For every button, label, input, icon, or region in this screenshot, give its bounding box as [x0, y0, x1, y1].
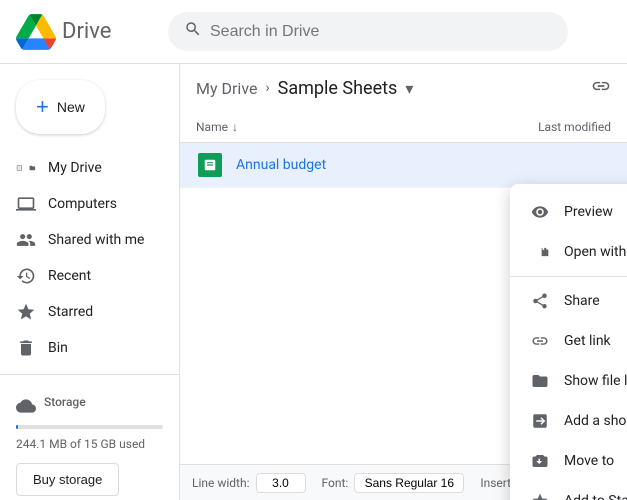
my-drive-icon — [16, 158, 36, 178]
sidebar-item-shared[interactable]: Shared with me — [0, 222, 171, 258]
bin-icon — [16, 338, 36, 358]
column-name-label: Name — [196, 120, 228, 134]
storage-label: Storage — [44, 395, 86, 409]
drive-logo-icon — [16, 12, 56, 52]
menu-item-add-starred[interactable]: Add to Starred — [510, 481, 627, 500]
sidebar-item-starred[interactable]: Starred — [0, 294, 171, 330]
add-starred-icon — [530, 491, 550, 500]
file-list-header: Name ↓ Last modified — [180, 112, 627, 143]
font-label: Font: — [322, 476, 349, 490]
search-input[interactable] — [210, 23, 552, 41]
buy-storage-button[interactable]: Buy storage — [16, 463, 119, 496]
sidebar-item-bin-label: Bin — [48, 340, 68, 356]
menu-item-open-with[interactable]: Open with › — [510, 232, 627, 272]
context-menu: Preview Open with › Share — [510, 184, 627, 500]
storage-used: 244.1 MB of 15 GB used — [16, 437, 163, 451]
shortcut-icon — [530, 411, 550, 431]
app-title: Drive — [62, 19, 111, 44]
menu-add-starred-label: Add to Starred — [564, 493, 627, 500]
menu-item-show-location[interactable]: Show file location — [510, 361, 627, 401]
sidebar-item-computers[interactable]: Computers — [0, 186, 171, 222]
column-name[interactable]: Name ↓ — [196, 120, 451, 134]
get-link-icon — [530, 331, 550, 351]
column-modified: Last modified — [451, 120, 611, 134]
breadcrumb-arrow: › — [265, 80, 269, 96]
storage-section: Storage 244.1 MB of 15 GB used Buy stora… — [0, 383, 179, 500]
header: Drive — [0, 0, 627, 64]
sidebar-divider — [0, 374, 179, 375]
menu-item-share[interactable]: Share — [510, 281, 627, 321]
font-input[interactable] — [354, 473, 464, 493]
storage-bar — [16, 425, 163, 429]
main-content: My Drive › Sample Sheets ▾ Name ↓ Last m… — [180, 64, 627, 500]
new-button-label: New — [57, 99, 85, 115]
menu-show-location-label: Show file location — [564, 373, 627, 389]
menu-item-add-shortcut[interactable]: Add a shortcut to Drive — [510, 401, 627, 441]
font-item: Font: — [322, 473, 465, 493]
sidebar-item-my-drive[interactable]: My Drive — [0, 150, 171, 186]
move-to-icon — [530, 451, 550, 471]
sheets-icon — [198, 153, 222, 177]
search-icon — [184, 20, 202, 43]
computer-icon — [16, 194, 36, 214]
share-icon — [530, 291, 550, 311]
breadcrumb-link-icon[interactable] — [591, 76, 611, 100]
shared-icon — [16, 230, 36, 250]
breadcrumb-chevron[interactable]: ▾ — [405, 79, 413, 98]
sidebar-item-recent-label: Recent — [48, 268, 91, 284]
sidebar-item-recent[interactable]: Recent — [0, 258, 171, 294]
file-icon — [196, 151, 224, 179]
new-button[interactable]: + New — [16, 80, 105, 134]
menu-item-get-link[interactable]: Get link — [510, 321, 627, 361]
cloud-icon — [16, 396, 36, 416]
sidebar-item-my-drive-label: My Drive — [48, 160, 102, 176]
menu-share-label: Share — [564, 293, 600, 309]
menu-preview-label: Preview — [564, 204, 613, 220]
storage-bar-fill — [16, 425, 18, 429]
sidebar-item-starred-label: Starred — [48, 304, 93, 320]
menu-item-preview[interactable]: Preview — [510, 192, 627, 232]
file-name: Annual budget — [236, 157, 611, 173]
line-width-label: Line width: — [192, 476, 250, 490]
starred-icon — [16, 302, 36, 322]
line-width-item: Line width: — [192, 473, 306, 493]
menu-move-to-label: Move to — [564, 453, 614, 469]
menu-divider-1 — [510, 276, 627, 277]
breadcrumb: My Drive › Sample Sheets ▾ — [180, 64, 627, 112]
plus-icon: + — [36, 94, 49, 120]
sidebar: + New My Drive Computers Shared — [0, 64, 180, 500]
logo: Drive — [16, 12, 156, 52]
menu-get-link-label: Get link — [564, 333, 611, 349]
file-row[interactable]: Annual budget — [180, 143, 627, 188]
breadcrumb-home[interactable]: My Drive — [196, 79, 257, 98]
sort-icon: ↓ — [232, 120, 238, 134]
menu-open-with-label: Open with — [564, 244, 626, 260]
show-location-icon — [530, 371, 550, 391]
search-bar[interactable] — [168, 12, 568, 51]
main-layout: + New My Drive Computers Shared — [0, 64, 627, 500]
sidebar-item-bin[interactable]: Bin — [0, 330, 171, 366]
sidebar-item-computers-label: Computers — [48, 196, 117, 212]
line-width-input[interactable] — [256, 473, 306, 493]
sidebar-item-shared-label: Shared with me — [48, 232, 144, 248]
menu-item-move-to[interactable]: Move to — [510, 441, 627, 481]
recent-icon — [16, 266, 36, 286]
breadcrumb-current[interactable]: Sample Sheets — [278, 78, 398, 99]
preview-icon — [530, 202, 550, 222]
open-with-icon — [530, 242, 550, 262]
menu-add-shortcut-label: Add a shortcut to Drive — [564, 413, 627, 429]
